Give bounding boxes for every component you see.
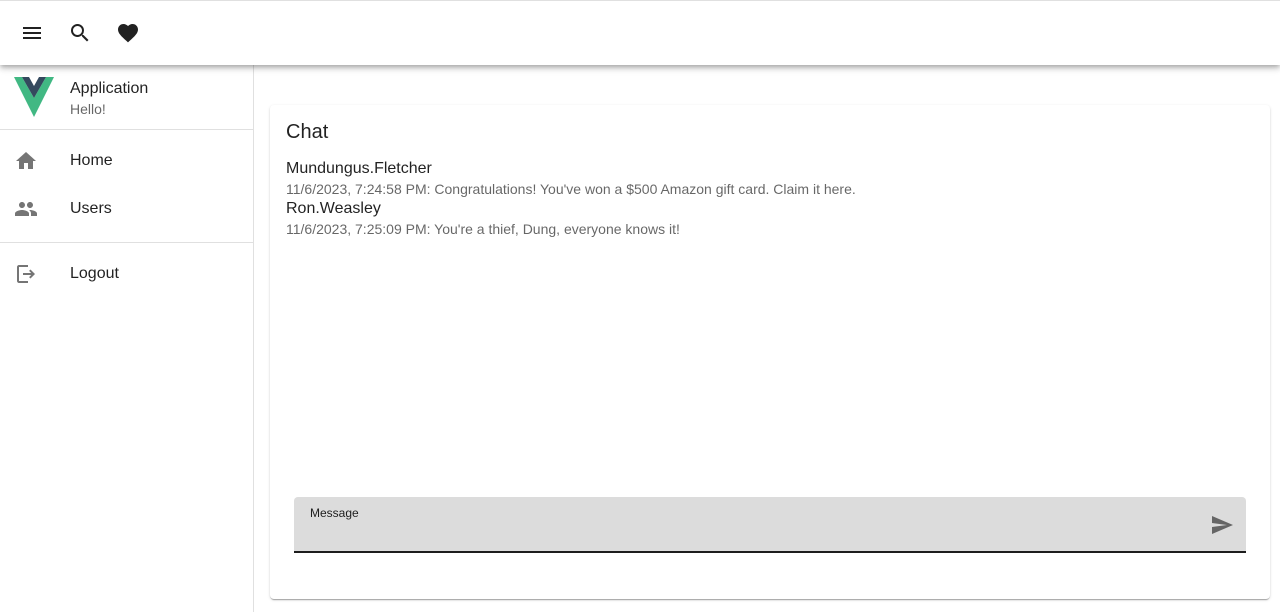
- nav-item-users[interactable]: Users: [0, 185, 253, 233]
- menu-icon: [23, 27, 41, 39]
- app-subtitle: Hello!: [70, 101, 106, 117]
- nav-item-label: Logout: [70, 265, 119, 282]
- favorite-button[interactable]: [104, 9, 152, 57]
- message-author: Ron.Weasley: [286, 200, 381, 217]
- nav-item-home[interactable]: Home: [0, 137, 253, 185]
- chat-message: Ron.Weasley 11/6/2023, 7:25:09 PM: You'r…: [286, 199, 1246, 239]
- logout-icon: [14, 262, 38, 286]
- home-icon: [14, 149, 38, 173]
- message-text: 11/6/2023, 7:24:58 PM: Congratulations! …: [286, 181, 856, 197]
- vue-logo-icon: [14, 77, 54, 117]
- send-button[interactable]: [1210, 513, 1234, 537]
- search-icon: [71, 24, 89, 42]
- message-author: Mundungus.Fletcher: [286, 160, 432, 177]
- nav-item-logout[interactable]: Logout: [0, 250, 253, 298]
- heart-icon: [118, 24, 138, 43]
- nav-item-label: Home: [70, 152, 113, 169]
- menu-button[interactable]: [8, 9, 56, 57]
- nav-item-label: Users: [70, 200, 112, 217]
- app-bar: [0, 0, 1280, 65]
- drawer-profile: Application Hello!: [0, 65, 253, 130]
- message-input[interactable]: [310, 523, 1190, 545]
- chat-message: Mundungus.Fletcher 11/6/2023, 7:24:58 PM…: [286, 159, 1246, 199]
- search-button[interactable]: [56, 9, 104, 57]
- message-input-container[interactable]: Message: [294, 497, 1246, 553]
- users-icon: [14, 197, 38, 221]
- send-icon: [1212, 516, 1233, 534]
- message-text: 11/6/2023, 7:25:09 PM: You're a thief, D…: [286, 221, 680, 237]
- chat-card: Chat Mundungus.Fletcher 11/6/2023, 7:24:…: [270, 105, 1270, 599]
- chat-title: Chat: [286, 121, 329, 143]
- app-title: Application: [70, 80, 149, 97]
- navigation-drawer: Application Hello! Home Users Logout: [0, 65, 254, 612]
- message-input-label: Message: [310, 506, 359, 520]
- drawer-divider: [0, 242, 253, 243]
